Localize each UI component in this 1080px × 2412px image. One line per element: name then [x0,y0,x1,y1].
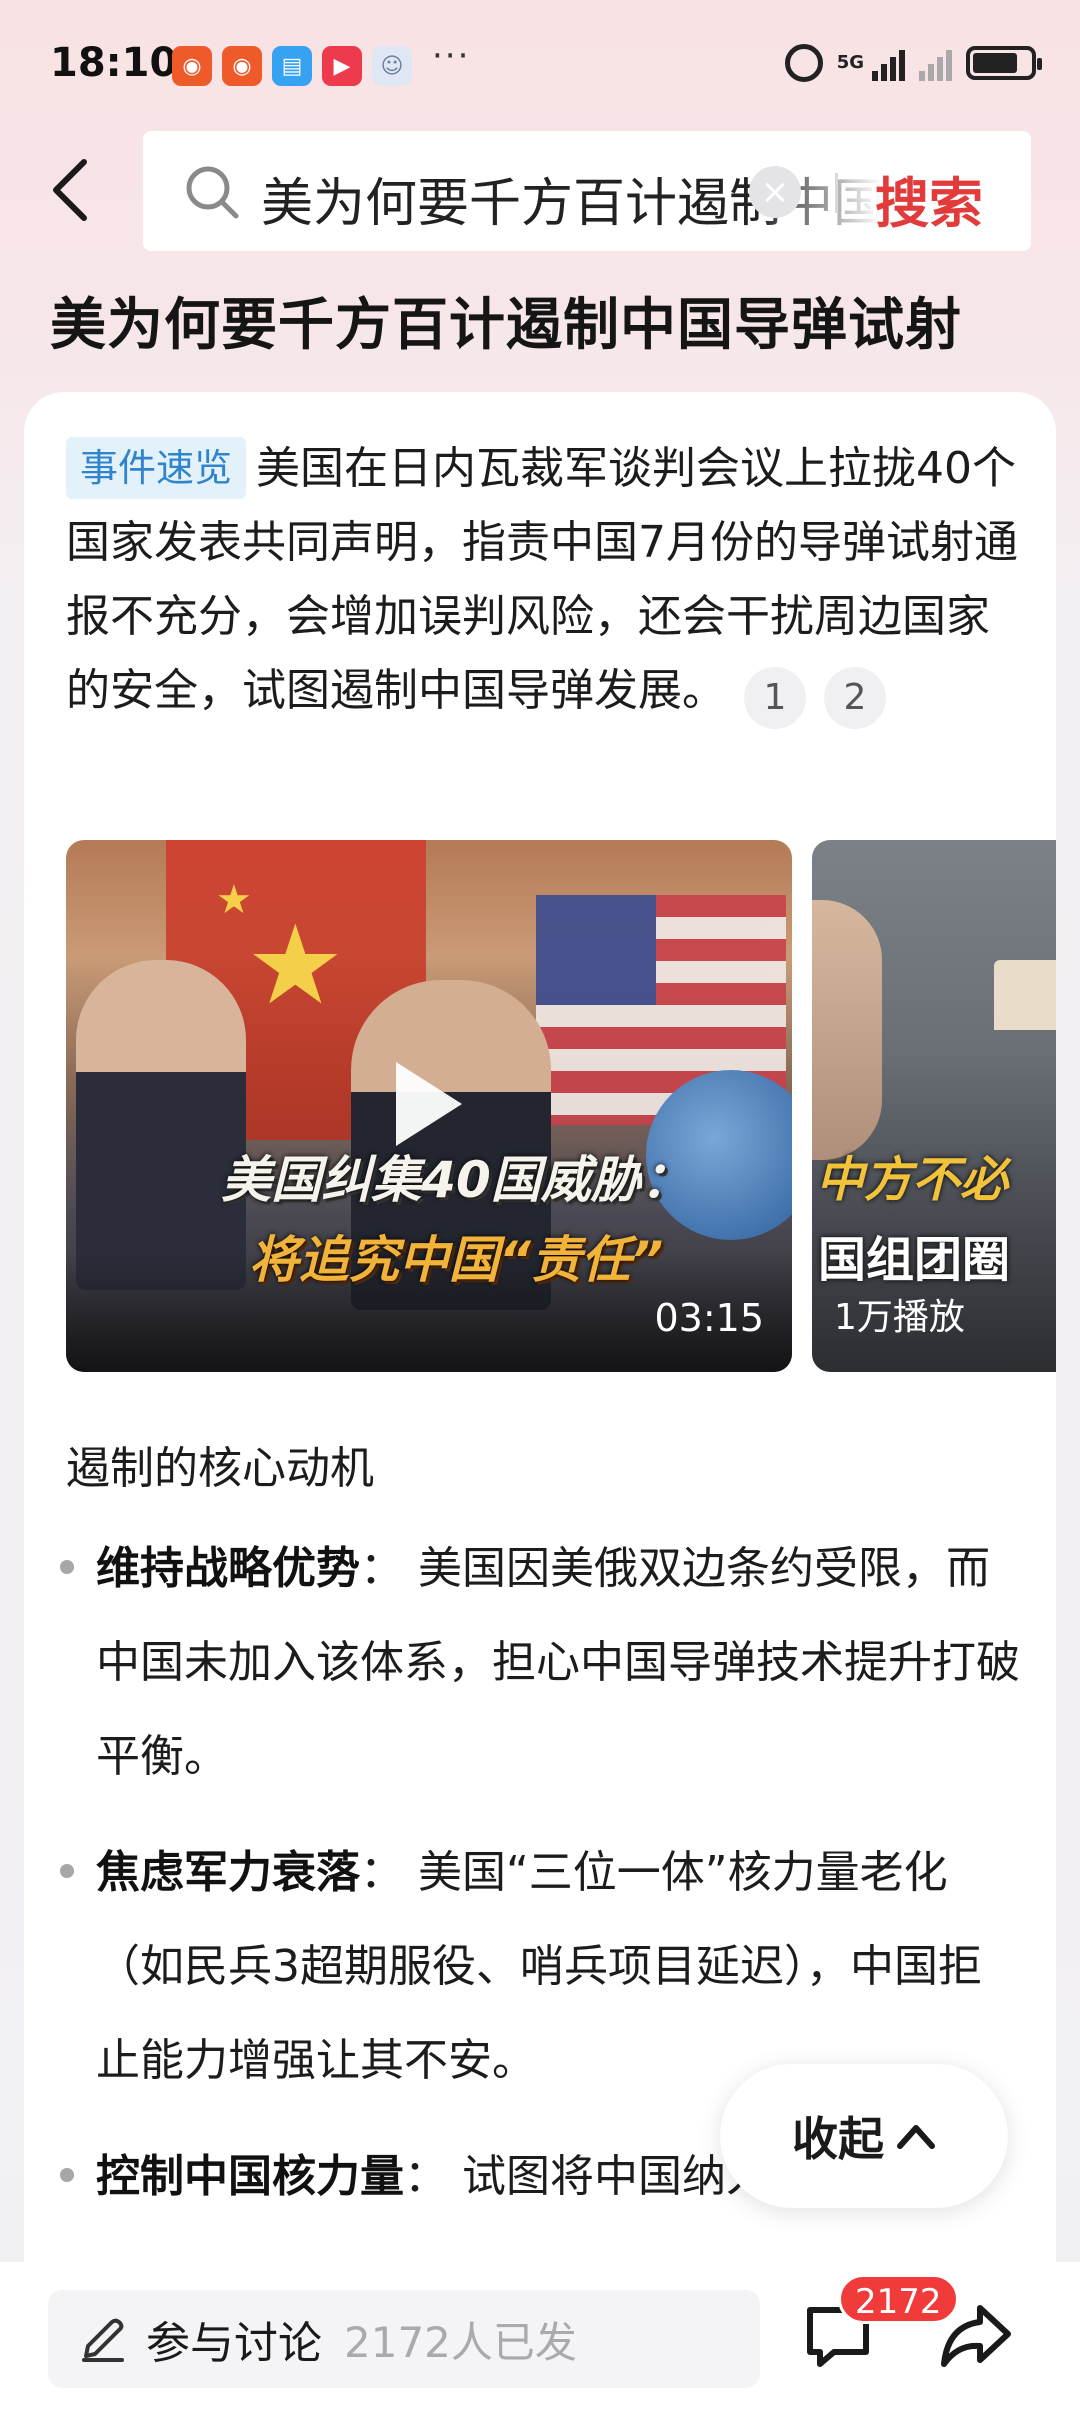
list-item-separator: ： [404,2151,448,2202]
citation-1[interactable]: 1 [744,667,806,729]
clear-search-button[interactable]: × [749,166,801,218]
bullet-dot [60,1864,74,1878]
more-notifications-icon: ··· [432,36,471,76]
list-item-title: 焦虑军力衰落 [96,1847,360,1898]
discussion-label: 参与讨论 [146,2318,322,2369]
video-card-2[interactable]: 中方不必 国组团圈 1万播放 [812,840,1056,1372]
section-heading: 遏制的核心动机 [66,1443,374,1494]
list-item-separator: ： [360,1847,404,1898]
page-title: 美为何要千方百计遏制中国导弹试射 [50,293,962,358]
video-caption-line2: 国组团圈 [818,1232,1011,1288]
video-play-count: 1万播放 [834,1297,965,1338]
bottom-bar: 参与讨论 2172人已发 2172 [0,2262,1080,2412]
citation-2[interactable]: 2 [824,667,886,729]
search-icon [186,166,239,219]
video-duration: 03:15 [654,1296,764,1340]
battery-icon [966,46,1042,80]
video-caption-line1: 美国纠集40国威胁： [221,1151,691,1209]
pen-icon [82,2318,124,2362]
discussion-count: 2172人已发 [344,2317,577,2367]
signal-secondary-icon [919,45,952,81]
search-divider [835,173,838,213]
network-type: 5G [836,52,864,73]
star-icon: ★ [246,901,345,1029]
list-item-separator: ： [360,1543,404,1594]
signal-icon [872,45,905,81]
status-time: 18:10 [50,40,178,86]
alarm-icon [784,44,823,82]
video-caption-line1: 中方不必 [816,1152,1009,1208]
search-button[interactable]: 搜索 [875,159,983,238]
event-summary-tag: 事件速览 [66,437,247,499]
video-caption-line2: 将追究中国“责任” [248,1231,664,1289]
share-icon[interactable] [938,2298,1014,2374]
bullet-dot [60,1560,74,1574]
video-card-1[interactable]: ★ ★ 美国纠集40国威胁： 将追究中国“责任” 03:15 [66,840,792,1372]
clear-icon: × [760,172,790,212]
chevron-up-icon [897,2125,935,2149]
app-notification-icon: ◉ [222,46,262,86]
video-thumbnail-art [994,960,1056,1030]
collapse-button[interactable]: 收起 [720,2064,1008,2208]
list-item-title: 控制中国核力量 [96,2151,404,2202]
list-item: 维持战略优势： 美国因美俄双边条约受限，而中国未加入该体系，担心中国导弹技术提升… [54,1522,1024,1804]
star-icon: ★ [216,877,252,923]
system-icons: 5G [784,44,1042,82]
notification-icons: ◉ ◉ ▤ ▶ ☺ [172,46,412,86]
discussion-input[interactable]: 参与讨论 2172人已发 [48,2290,760,2388]
search-box[interactable]: 美为何要千方百计遏制中国导弹试射 × 搜索 [143,131,1031,251]
back-arrow-icon [53,159,87,221]
collapse-label: 收起 [792,2112,884,2166]
play-icon[interactable] [396,1062,462,1146]
event-summary: 事件速览 美国在日内瓦裁军谈判会议上拉拢40个国家发表共同声明，指责中国7月份的导… [66,432,1026,729]
answer-card: 事件速览 美国在日内瓦裁军谈判会议上拉拢40个国家发表共同声明，指责中国7月份的导… [24,392,1056,2272]
assistant-app-icon: ☺ [372,46,412,86]
status-bar: 18:10 ◉ ◉ ▤ ▶ ☺ ··· 5G [0,0,1080,130]
list-item-title: 维持战略优势 [96,1543,360,1594]
video-thumbnail-art [812,900,882,1160]
reader-app-icon: ▤ [272,46,312,86]
app-notification-icon: ◉ [172,46,212,86]
bullet-dot [60,2168,74,2182]
back-button[interactable] [40,152,100,228]
video-app-icon: ▶ [322,46,362,86]
